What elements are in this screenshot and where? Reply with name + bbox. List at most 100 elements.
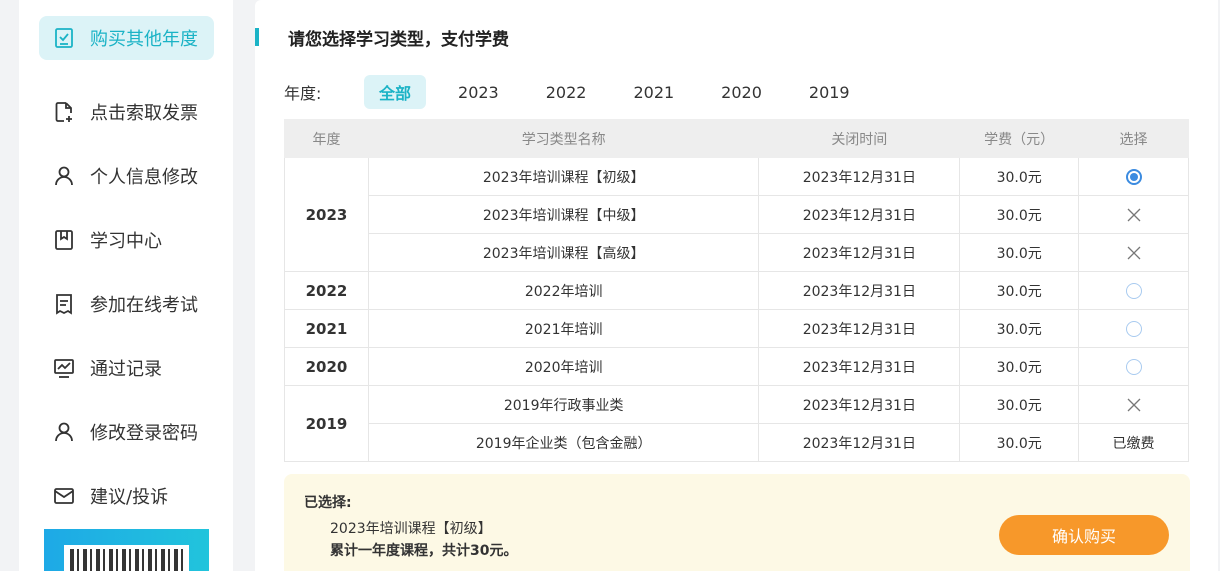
year-tab-2023[interactable]: 2023 [443, 75, 514, 109]
mail-icon [51, 483, 77, 509]
exam-icon [51, 291, 77, 317]
sidebar-item-invoice[interactable]: 点击索取发票 [19, 80, 233, 144]
select-cell [1078, 233, 1189, 272]
table-row: 2023年培训课程【中级】 2023年12月31日 30.0元 [285, 195, 1189, 234]
year-cell: 2020 [284, 347, 369, 386]
column-header-name: 学习类型名称 [367, 119, 760, 158]
sidebar-item-feedback[interactable]: 建议/投诉 [19, 464, 233, 528]
select-cell [1078, 347, 1189, 386]
fee-cell: 30.0元 [959, 347, 1080, 386]
year-cell: 2021 [284, 309, 369, 348]
year-tab-2022[interactable]: 2022 [531, 75, 602, 109]
table-row: 2020 2020年培训 2023年12月31日 30.0元 [284, 347, 1189, 386]
fee-cell: 30.0元 [959, 157, 1080, 196]
paid-status: 已缴费 [1078, 423, 1189, 462]
table-row: 2019 2019年行政事业类 2023年12月31日 30.0元 [284, 385, 1189, 462]
sidebar: 购买其他年度 点击索取发票 个人信息修改 学习中心 参加在线考试 通过记录 修改… [19, 0, 233, 571]
summary-total: 累计一年度课程，共计30元。 [330, 543, 518, 559]
table-row: 2022 2022年培训 2023年12月31日 30.0元 [284, 271, 1189, 310]
course-name-cell: 2023年培训课程【中级】 [367, 195, 760, 234]
course-name-cell: 2023年培训课程【初级】 [367, 157, 760, 196]
fee-cell: 30.0元 [959, 385, 1080, 424]
sidebar-item-label: 修改登录密码 [90, 423, 198, 444]
table-row: 2019年企业类（包含金融） 2023年12月31日 30.0元 已缴费 [285, 423, 1189, 462]
selection-summary: 已选择: 2023年培训课程【初级】 累计一年度课程，共计30元。 确认购买 [284, 474, 1190, 571]
page-title: 请您选择学习类型，支付学费 [288, 30, 509, 50]
sidebar-item-change-password[interactable]: 修改登录密码 [19, 400, 233, 464]
close-icon [1127, 246, 1141, 259]
radio-selected[interactable] [1125, 168, 1142, 185]
fee-cell: 30.0元 [959, 195, 1080, 234]
user-icon [51, 163, 77, 189]
year-tab-all[interactable]: 全部 [364, 75, 427, 109]
confirm-purchase-button[interactable]: 确认购买 [999, 515, 1169, 555]
column-header-close-time: 关闭时间 [758, 119, 961, 158]
fee-cell: 30.0元 [959, 423, 1080, 462]
close-time-cell: 2023年12月31日 [758, 195, 961, 234]
invoice-icon [51, 99, 77, 125]
year-tab-2020[interactable]: 2020 [706, 75, 777, 109]
column-header-year: 年度 [284, 119, 369, 158]
sidebar-item-online-exam[interactable]: 参加在线考试 [19, 272, 233, 336]
course-name-cell: 2022年培训 [367, 271, 760, 310]
select-cell [1078, 271, 1189, 310]
sidebar-item-label: 参加在线考试 [90, 295, 198, 316]
table-row: 2021 2021年培训 2023年12月31日 30.0元 [284, 309, 1189, 348]
sidebar-item-profile[interactable]: 个人信息修改 [19, 144, 233, 208]
qr-code-banner [44, 529, 209, 571]
radio-unselected[interactable] [1125, 320, 1142, 337]
fee-cell: 30.0元 [959, 271, 1080, 310]
summary-title: 已选择: [304, 495, 352, 511]
sidebar-item-label: 通过记录 [90, 359, 162, 380]
radio-unselected[interactable] [1125, 358, 1142, 375]
close-time-cell: 2023年12月31日 [758, 233, 961, 272]
select-cell [1078, 309, 1189, 348]
close-time-cell: 2023年12月31日 [758, 271, 961, 310]
course-name-cell: 2020年培训 [367, 347, 760, 386]
fee-cell: 30.0元 [959, 309, 1080, 348]
sidebar-item-label: 购买其他年度 [90, 29, 198, 50]
year-cell: 2022 [284, 271, 369, 310]
year-cell: 2019 [284, 385, 369, 462]
close-time-cell: 2023年12月31日 [758, 423, 961, 462]
close-time-cell: 2023年12月31日 [758, 309, 961, 348]
check-doc-icon [51, 25, 77, 51]
sidebar-item-buy-other-years[interactable]: 购买其他年度 [19, 16, 233, 80]
title-accent-bar [255, 28, 259, 46]
chart-icon [51, 355, 77, 381]
course-name-cell: 2021年培训 [367, 309, 760, 348]
year-cell: 2023 [284, 157, 369, 272]
year-filter: 年度: 全部 2023 2022 2021 2020 2019 [284, 75, 882, 109]
select-cell [1078, 157, 1189, 196]
summary-selected-item: 2023年培训课程【初级】 [330, 521, 492, 537]
course-name-cell: 2023年培训课程【高级】 [367, 233, 760, 272]
close-icon [1127, 398, 1141, 411]
sidebar-item-learning-center[interactable]: 学习中心 [19, 208, 233, 272]
select-cell [1078, 195, 1189, 234]
radio-unselected[interactable] [1125, 282, 1142, 299]
sidebar-item-records[interactable]: 通过记录 [19, 336, 233, 400]
year-tab-2019[interactable]: 2019 [794, 75, 865, 109]
qr-code [64, 545, 189, 571]
column-header-fee: 学费（元） [959, 119, 1080, 158]
fee-cell: 30.0元 [959, 233, 1080, 272]
table-header-row: 年度 学习类型名称 关闭时间 学费（元） 选择 [284, 119, 1189, 158]
sidebar-item-label: 学习中心 [90, 231, 162, 252]
bookmark-icon [51, 227, 77, 253]
sidebar-nav: 购买其他年度 点击索取发票 个人信息修改 学习中心 参加在线考试 通过记录 修改… [19, 0, 233, 528]
user-lock-icon [51, 419, 77, 445]
main-panel: 请您选择学习类型，支付学费 年度: 全部 2023 2022 2021 2020… [255, 0, 1218, 571]
sidebar-item-label: 建议/投诉 [90, 487, 169, 508]
course-name-cell: 2019年行政事业类 [367, 385, 760, 424]
table-row: 2023年培训课程【高级】 2023年12月31日 30.0元 [285, 233, 1189, 272]
close-time-cell: 2023年12月31日 [758, 347, 961, 386]
select-cell [1078, 385, 1189, 424]
sidebar-item-label: 个人信息修改 [90, 167, 198, 188]
table-row: 2023 2023年培训课程【初级】 2023年12月31日 30.0元 [284, 157, 1189, 272]
column-header-select: 选择 [1078, 119, 1189, 158]
year-filter-label: 年度: [284, 84, 322, 103]
close-time-cell: 2023年12月31日 [758, 385, 961, 424]
year-tab-2021[interactable]: 2021 [618, 75, 689, 109]
close-time-cell: 2023年12月31日 [758, 157, 961, 196]
course-name-cell: 2019年企业类（包含金融） [367, 423, 760, 462]
